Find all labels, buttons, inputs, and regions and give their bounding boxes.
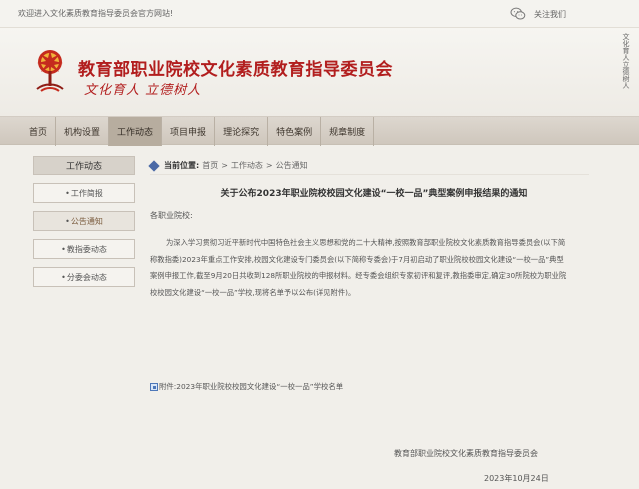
article-date: 2023年10月24日 (484, 474, 549, 483)
follow-label: 关注我们 (534, 9, 566, 19)
nav-theory-research[interactable]: 理论探究 (215, 117, 269, 146)
main-content: 当前位置: 首页 > 工作动态 > 公告通知 关于公布2023年职业院校校园文化… (148, 156, 589, 489)
site-header: 教育部职业院校文化素质教育指导委员会 文化育人 立德树人 文化育人立德树人 (0, 28, 639, 116)
article-title: 关于公布2023年职业院校校园文化建设“一校一品”典型案例申报结果的通知 (220, 189, 528, 199)
welcome-text: 欢迎进入文化素质教育指导委员会官方网站! (18, 9, 174, 18)
sidebar-item-committee-news[interactable]: 教指委动态 (33, 239, 135, 259)
breadcrumb-separator-1: > (221, 161, 228, 170)
tree-logo-icon[interactable] (30, 46, 70, 94)
top-bar: 欢迎进入文化素质教育指导委员会官方网站! 关注我们 (0, 0, 639, 28)
sidebar: 工作动态 工作简报 公告通知 教指委动态 分委会动态 (33, 156, 135, 287)
attachment-link[interactable]: 附件:2023年职业院校校园文化建设“一校一品”学校名单 (150, 381, 343, 392)
sidebar-item-work-briefing[interactable]: 工作简报 (33, 183, 135, 203)
calligraphy-text: 文化育人立德树人 (622, 33, 630, 89)
breadcrumb-separator-2: > (265, 161, 273, 170)
article-signature: 教育部职业院校文化素质教育指导委员会 (394, 449, 538, 458)
nav-work-updates[interactable]: 工作动态 (109, 117, 163, 146)
breadcrumb-section-link[interactable]: 工作动态 (231, 160, 263, 171)
breadcrumb-home-link[interactable]: 首页 (202, 160, 218, 171)
breadcrumb-current: 公告通知 (275, 161, 308, 170)
article-greeting: 各职业院校: (150, 211, 193, 220)
article-body: 为深入学习贯彻习近平新时代中国特色社会主义思想和党的二十大精神,按照教育部职业院… (150, 238, 567, 297)
wechat-icon (510, 7, 526, 21)
breadcrumb: 当前位置: 首页 > 工作动态 > 公告通知 (148, 159, 308, 172)
follow-us-link[interactable]: 关注我们 (510, 6, 566, 22)
nav-home[interactable]: 首页 (24, 117, 57, 146)
breadcrumb-divider (150, 174, 589, 175)
sidebar-item-announcements[interactable]: 公告通知 (33, 211, 135, 231)
sidebar-item-subcommittee-news[interactable]: 分委会动态 (33, 267, 135, 287)
nav-featured-cases[interactable]: 特色案例 (268, 117, 322, 146)
breadcrumb-label: 当前位置: (164, 161, 200, 170)
site-slogan: 文化育人 立德树人 (84, 83, 202, 98)
breadcrumb-icon (148, 159, 160, 172)
attachment-label: 附件:2023年职业院校校园文化建设“一校一品”学校名单 (159, 382, 344, 391)
sidebar-heading: 工作动态 (33, 156, 135, 175)
nav-organization[interactable]: 机构设置 (56, 117, 110, 146)
main-navigation: 首页 机构设置 工作动态 项目申报 理论探究 特色案例 规章制度 (0, 116, 639, 146)
nav-regulations[interactable]: 规章制度 (321, 117, 375, 146)
nav-project-application[interactable]: 项目申报 (162, 117, 216, 146)
site-title: 教育部职业院校文化素质教育指导委员会 (78, 60, 393, 80)
attachment-icon (150, 382, 158, 391)
